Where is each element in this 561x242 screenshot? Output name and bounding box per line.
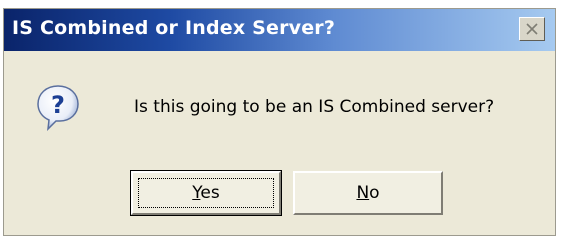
title-bar[interactable]: IS Combined or Index Server? xyxy=(4,9,555,51)
close-button[interactable] xyxy=(519,17,545,41)
no-button[interactable]: No xyxy=(293,171,443,215)
question-icon: ? xyxy=(37,85,79,131)
dialog-title: IS Combined or Index Server? xyxy=(12,17,336,39)
close-icon xyxy=(526,23,538,35)
svg-text:?: ? xyxy=(51,91,65,119)
yes-button[interactable]: Yes xyxy=(130,170,282,216)
yes-button-label: Yes xyxy=(192,183,220,203)
no-button-label: No xyxy=(356,183,380,203)
dialog-window: IS Combined or Index Server? ? Is this g… xyxy=(3,8,556,236)
dialog-message: Is this going to be an IS Combined serve… xyxy=(134,97,495,117)
